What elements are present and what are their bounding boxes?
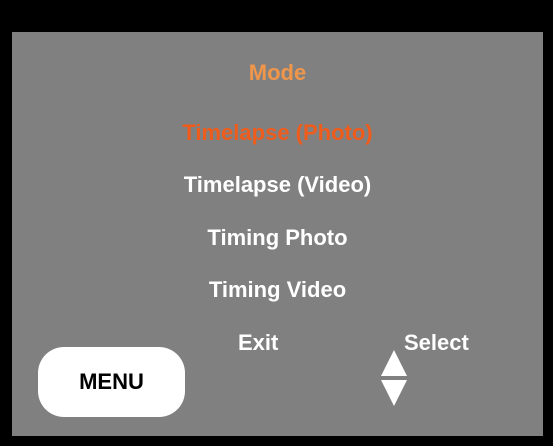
menu-button[interactable]: MENU <box>38 347 185 417</box>
camera-device: Mode Timelapse (Photo) Timelapse (Video)… <box>0 0 553 446</box>
menu-title: Mode <box>248 60 307 85</box>
camera-screen: Mode Timelapse (Photo) Timelapse (Video)… <box>12 32 543 436</box>
menu-item-timelapse-photo[interactable]: Timelapse (Photo) <box>12 120 543 146</box>
up-down-arrows-icon[interactable] <box>381 350 407 406</box>
menu-button-label: MENU <box>79 369 144 394</box>
select-label: Select <box>404 330 469 355</box>
menu-item-timelapse-video[interactable]: Timelapse (Video) <box>12 172 543 198</box>
menu-item-timing-video[interactable]: Timing Video <box>12 277 543 303</box>
menu-item-timing-photo[interactable]: Timing Photo <box>12 225 543 251</box>
exit-label: Exit <box>238 330 279 355</box>
